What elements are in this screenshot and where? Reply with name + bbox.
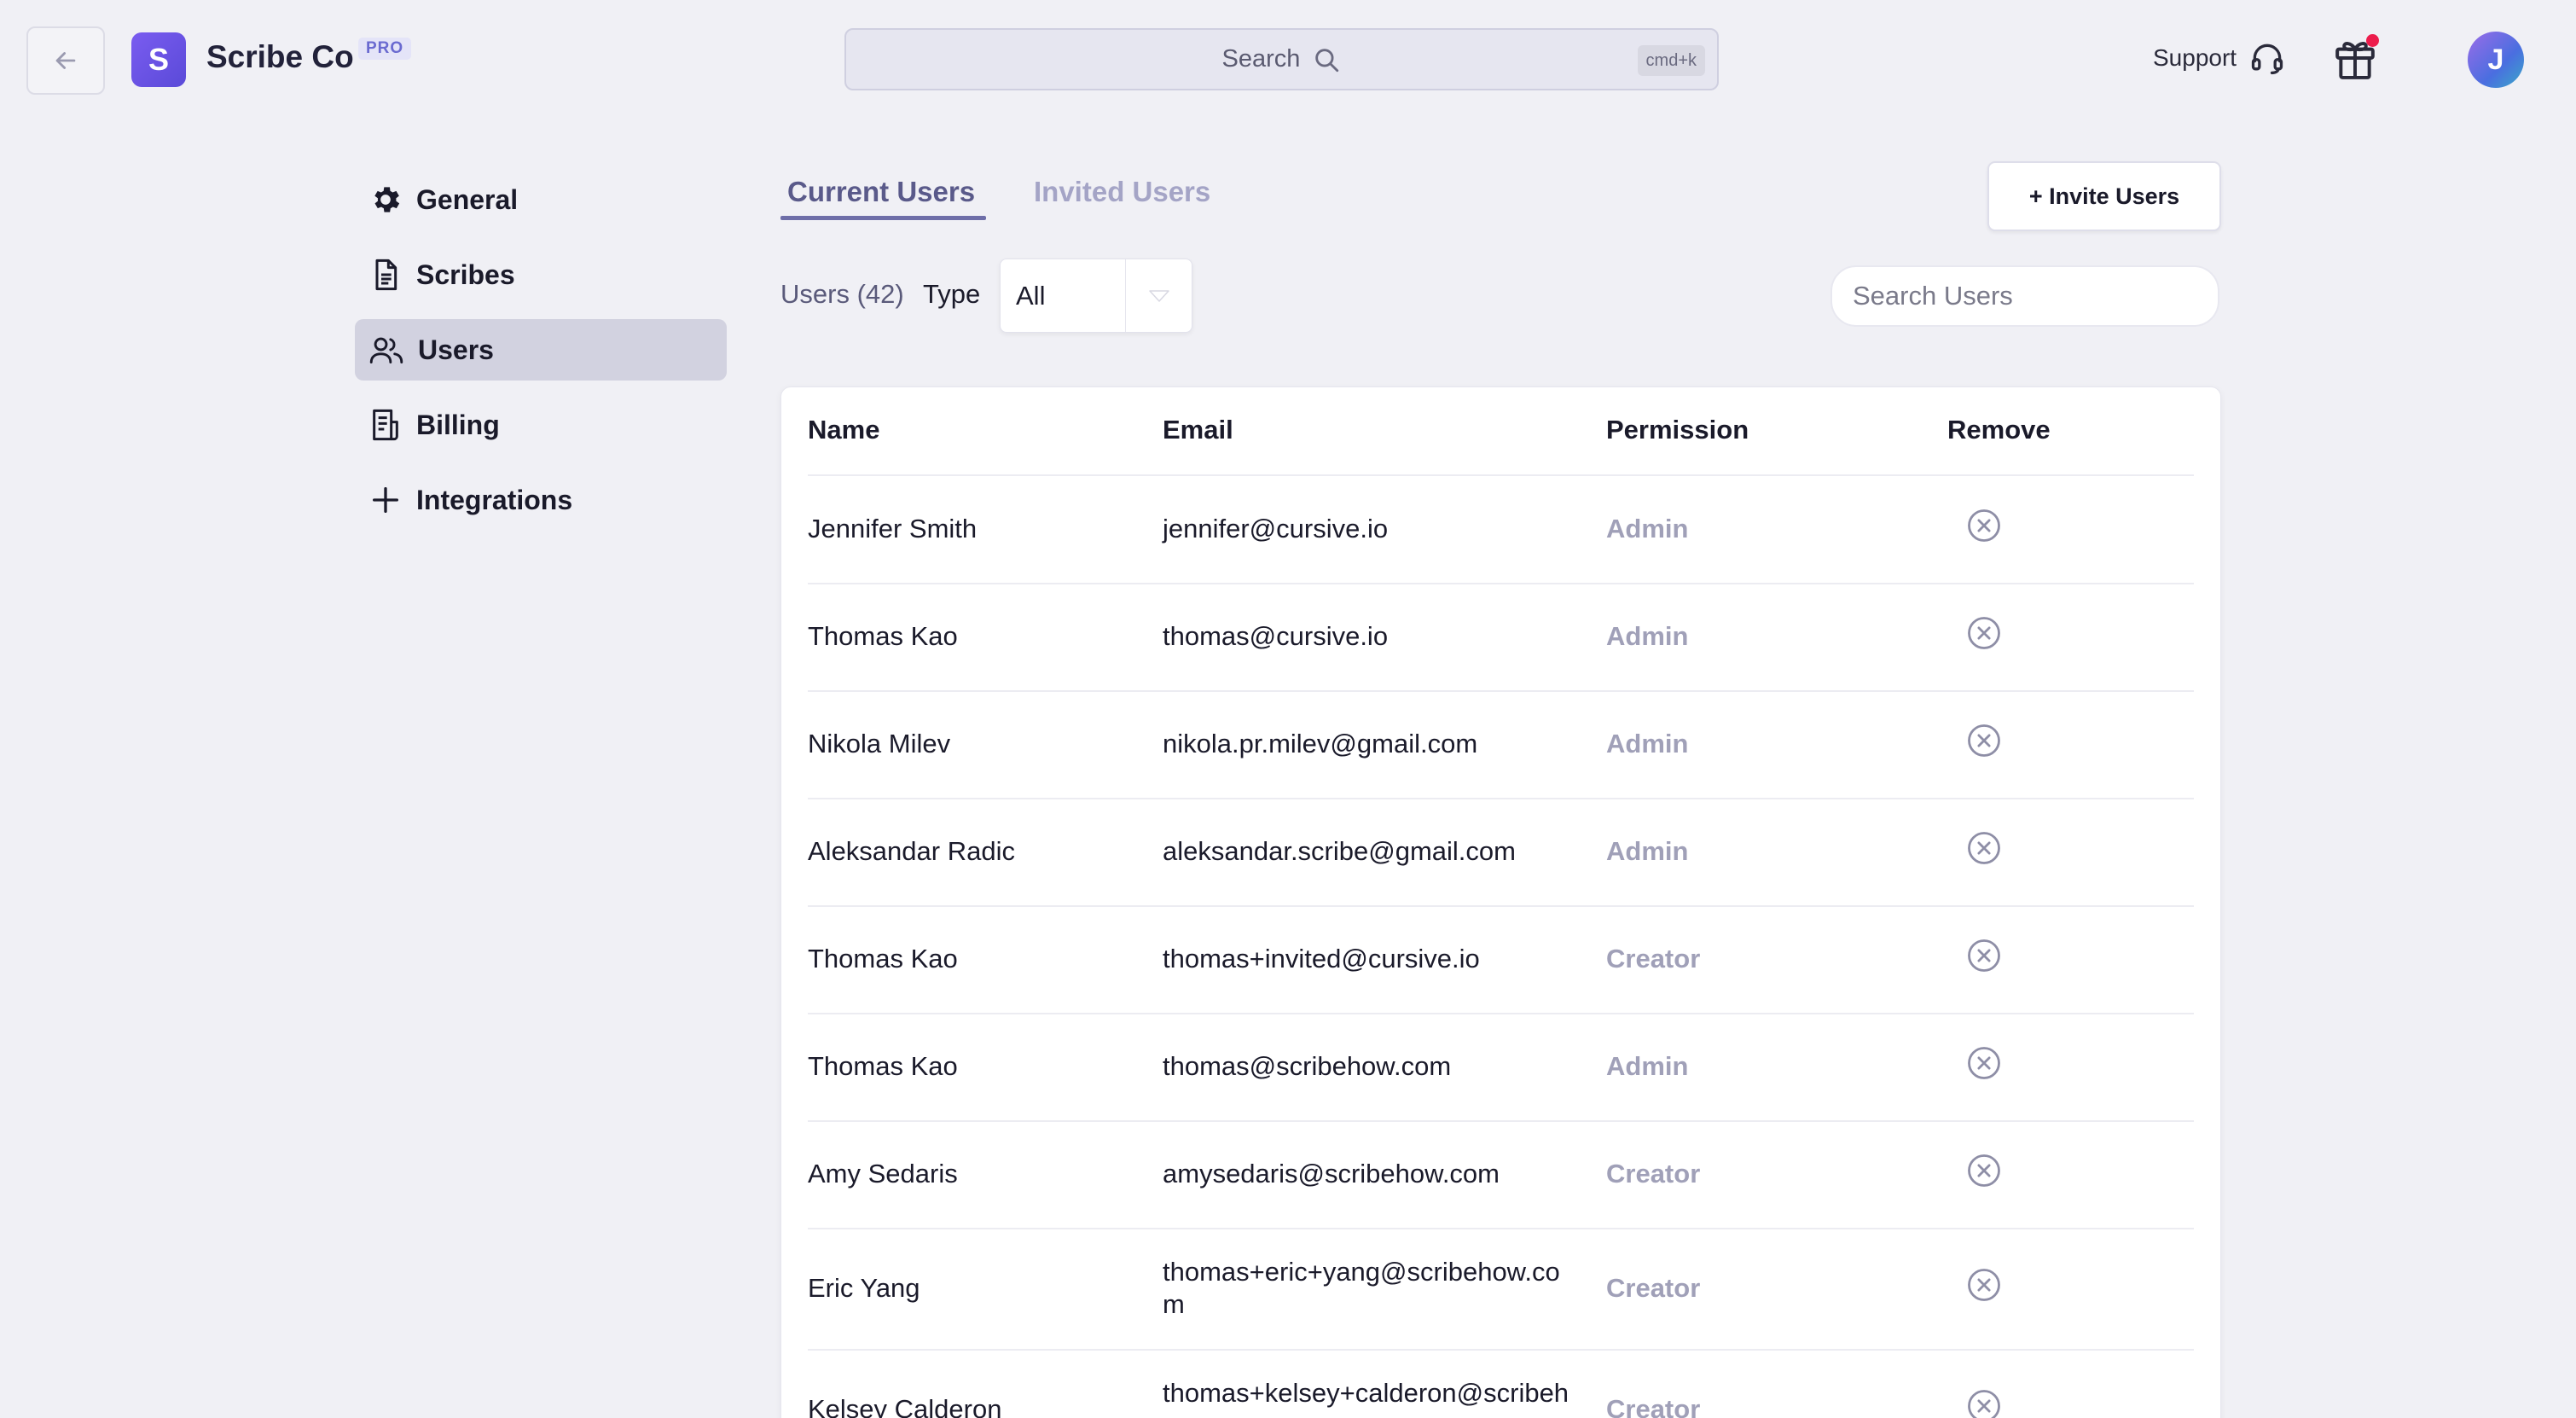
close-circle-icon bbox=[1968, 1047, 2000, 1079]
close-circle-icon bbox=[1968, 617, 2000, 649]
remove-user-button[interactable] bbox=[1966, 508, 2002, 548]
remove-user-button[interactable] bbox=[1966, 1045, 2002, 1085]
plan-badge: PRO bbox=[358, 38, 412, 60]
column-header-email[interactable]: Email bbox=[1163, 415, 1233, 445]
remove-user-button[interactable] bbox=[1966, 723, 2002, 763]
close-circle-icon bbox=[1968, 939, 2000, 972]
support-button[interactable]: Support bbox=[2153, 39, 2286, 77]
tab-current-users[interactable]: Current Users bbox=[787, 176, 975, 208]
column-header-remove: Remove bbox=[1947, 415, 2051, 445]
close-circle-icon bbox=[1968, 832, 2000, 864]
invite-users-button[interactable]: + Invite Users bbox=[1987, 161, 2221, 231]
remove-user-button[interactable] bbox=[1966, 1153, 2002, 1193]
user-permission[interactable]: Creator bbox=[1606, 943, 1700, 975]
search-icon bbox=[1315, 48, 1339, 72]
user-permission[interactable]: Creator bbox=[1606, 1393, 1700, 1418]
receipt-icon bbox=[373, 409, 398, 441]
table-divider bbox=[808, 583, 2194, 584]
user-name: Jennifer Smith bbox=[808, 514, 978, 543]
caret-down-icon bbox=[1148, 289, 1169, 302]
sidebar-item-label: General bbox=[416, 183, 519, 215]
users-count: Users (42) bbox=[780, 279, 904, 309]
user-name: Aleksandar Radic bbox=[808, 836, 1015, 866]
arrow-left-icon bbox=[55, 52, 76, 69]
column-header-permission[interactable]: Permission bbox=[1606, 415, 1749, 445]
gear-icon bbox=[374, 187, 400, 212]
sidebar-item-scribes[interactable]: Scribes bbox=[355, 244, 727, 305]
user-email: thomas+invited@cursive.io bbox=[1163, 944, 1480, 973]
table-divider bbox=[808, 690, 2194, 692]
user-email: aleksandar.scribe@gmail.com bbox=[1163, 836, 1516, 866]
user-avatar[interactable]: J bbox=[2468, 32, 2524, 88]
users-icon bbox=[369, 337, 403, 363]
support-label: Support bbox=[2153, 44, 2237, 71]
org-name: Scribe Co bbox=[206, 39, 354, 74]
plus-icon bbox=[373, 487, 398, 513]
user-email: thomas@scribehow.com bbox=[1163, 1051, 1452, 1081]
user-permission[interactable]: Creator bbox=[1606, 1158, 1700, 1190]
table-divider bbox=[808, 1349, 2194, 1351]
user-permission[interactable]: Admin bbox=[1606, 835, 1688, 868]
user-email: nikola.pr.milev@gmail.com bbox=[1163, 729, 1478, 758]
user-email: amysedaris@scribehow.com bbox=[1163, 1159, 1500, 1188]
table-divider bbox=[808, 1120, 2194, 1122]
back-button[interactable] bbox=[26, 26, 105, 95]
user-name: Thomas Kao bbox=[808, 1051, 958, 1081]
table-divider bbox=[808, 798, 2194, 799]
headset-icon bbox=[2251, 44, 2283, 75]
remove-user-button[interactable] bbox=[1966, 1267, 2002, 1307]
user-name: Nikola Milev bbox=[808, 729, 951, 758]
table-divider bbox=[808, 1228, 2194, 1229]
org-logo: S bbox=[131, 32, 186, 87]
user-email: thomas@cursive.io bbox=[1163, 621, 1389, 651]
user-email: jennifer@cursive.io bbox=[1163, 514, 1389, 543]
search-label: Search bbox=[1221, 45, 1301, 73]
sidebar-item-users[interactable]: Users bbox=[355, 319, 727, 381]
close-circle-icon bbox=[1968, 724, 2000, 757]
user-permission[interactable]: Admin bbox=[1606, 1050, 1688, 1083]
tab-invited-users[interactable]: Invited Users bbox=[1034, 176, 1210, 208]
type-filter-toggle[interactable] bbox=[1125, 259, 1192, 332]
notification-dot bbox=[2366, 34, 2379, 47]
active-tab-indicator bbox=[780, 216, 986, 220]
remove-user-button[interactable] bbox=[1966, 615, 2002, 655]
close-circle-icon bbox=[1968, 509, 2000, 542]
sidebar-item-label: Users bbox=[418, 334, 494, 365]
type-filter-select[interactable]: All bbox=[1000, 259, 1192, 333]
sidebar-item-billing[interactable]: Billing bbox=[355, 394, 727, 456]
remove-user-button[interactable] bbox=[1966, 1388, 2002, 1418]
close-circle-icon bbox=[1968, 1269, 2000, 1301]
user-permission[interactable]: Creator bbox=[1606, 1272, 1700, 1305]
type-filter-value: All bbox=[1016, 280, 1046, 311]
sidebar-item-integrations[interactable]: Integrations bbox=[355, 469, 727, 531]
user-email: thomas+kelsey+calderon@scribehow.com bbox=[1163, 1378, 1569, 1418]
user-name: Kelsey Calderon bbox=[808, 1394, 1002, 1418]
remove-user-button[interactable] bbox=[1966, 830, 2002, 870]
sidebar-item-general[interactable]: General bbox=[355, 169, 727, 230]
search-shortcut-hint: cmd+k bbox=[1637, 45, 1705, 76]
close-circle-icon bbox=[1968, 1154, 2000, 1187]
remove-user-button[interactable] bbox=[1966, 938, 2002, 978]
search-users-input[interactable] bbox=[1830, 265, 2219, 327]
user-name: Thomas Kao bbox=[808, 621, 958, 651]
sidebar-item-label: Scribes bbox=[416, 259, 515, 290]
user-permission[interactable]: Admin bbox=[1606, 620, 1688, 653]
user-email: thomas+eric+yang@scribehow.com bbox=[1163, 1257, 1560, 1319]
table-divider bbox=[808, 905, 2194, 907]
table-divider bbox=[808, 1013, 2194, 1014]
user-permission[interactable]: Admin bbox=[1606, 513, 1688, 545]
sidebar-item-label: Integrations bbox=[416, 484, 573, 515]
type-filter-label: Type bbox=[923, 279, 981, 309]
global-search[interactable]: Search cmd+k bbox=[844, 28, 1719, 90]
user-name: Eric Yang bbox=[808, 1273, 920, 1303]
document-icon bbox=[375, 259, 397, 291]
user-name: Amy Sedaris bbox=[808, 1159, 958, 1188]
sidebar-item-label: Billing bbox=[416, 409, 500, 440]
column-header-name[interactable]: Name bbox=[808, 415, 879, 445]
table-divider bbox=[808, 474, 2194, 476]
close-circle-icon bbox=[1968, 1390, 2000, 1418]
user-permission[interactable]: Admin bbox=[1606, 728, 1688, 760]
user-name: Thomas Kao bbox=[808, 944, 958, 973]
